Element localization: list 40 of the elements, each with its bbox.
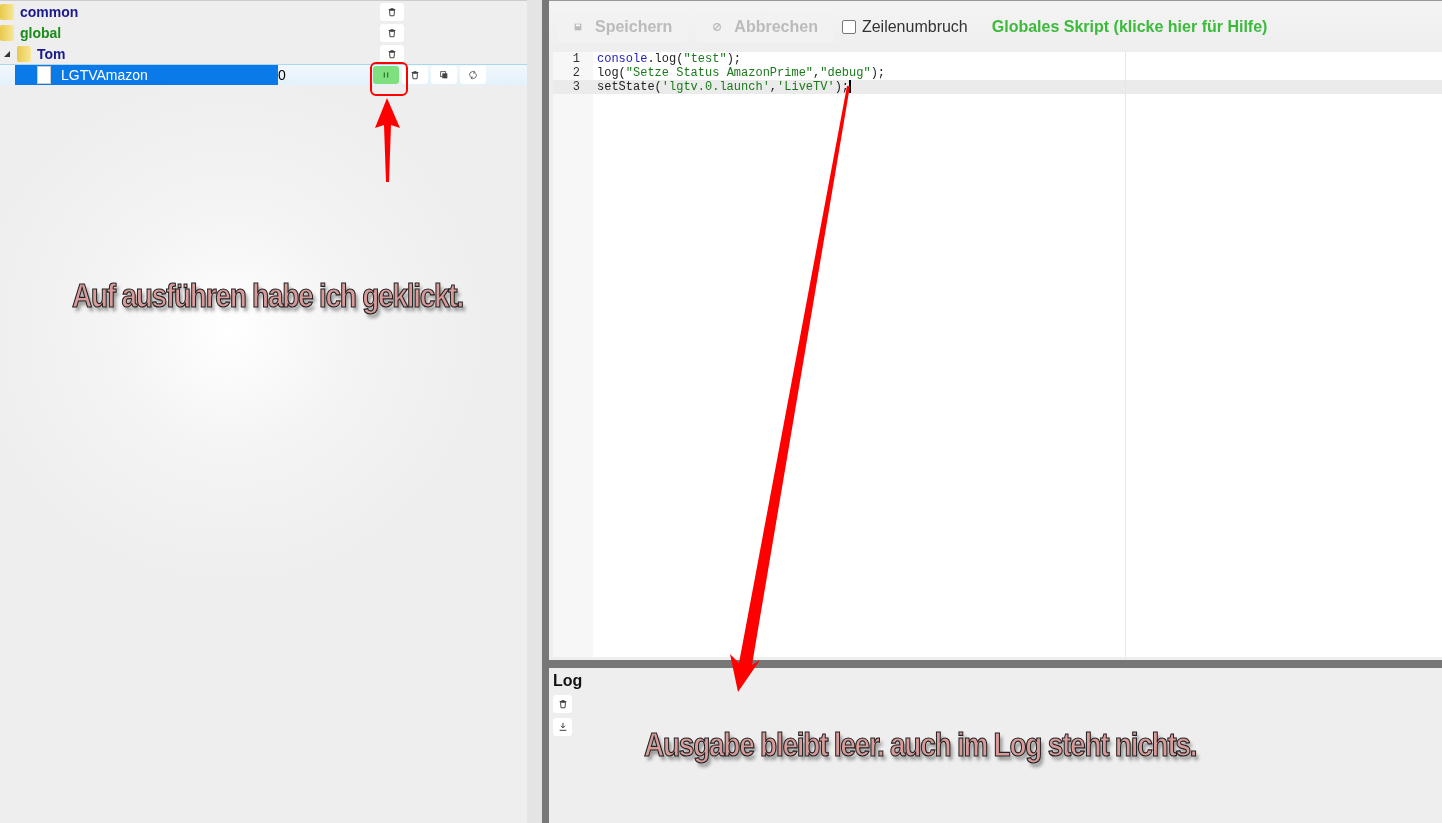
delete-button[interactable]	[380, 2, 404, 21]
tree-folder-label[interactable]: global	[20, 24, 62, 41]
log-title: Log	[553, 672, 583, 690]
trash-icon	[387, 27, 397, 38]
code-line: log("Setze Status AmazonPrime","debug");	[596, 66, 887, 80]
cycle-arrows-icon	[468, 70, 478, 80]
trash-icon	[410, 70, 420, 80]
line-number: 3	[553, 80, 593, 94]
folder-icon	[0, 24, 14, 41]
script-value: 0	[278, 67, 287, 83]
trash-icon	[387, 6, 397, 17]
copy-icon	[439, 70, 449, 80]
trash-icon	[557, 699, 568, 709]
trash-icon	[387, 48, 397, 59]
help-link[interactable]: Globales Skript (klicke hier für Hilfe)	[991, 17, 1268, 36]
line-number: 1	[571, 52, 581, 66]
copy-button[interactable]	[431, 66, 457, 84]
download-icon	[557, 722, 568, 732]
collapse-triangle-icon[interactable]	[3, 49, 11, 58]
wrap-checkbox[interactable]: Zeilenumbruch	[841, 17, 968, 36]
restart-button[interactable]	[460, 66, 486, 84]
delete-button[interactable]	[380, 23, 404, 42]
clear-log-button[interactable]	[553, 695, 572, 713]
folder-icon	[0, 3, 14, 20]
code-line: console.log("test");	[596, 52, 743, 66]
splitter-bar[interactable]	[527, 0, 549, 823]
tree-folder-label[interactable]: Tom	[37, 45, 66, 62]
line-number: 2	[571, 66, 581, 80]
highlight-frame	[370, 62, 408, 96]
file-icon	[37, 66, 51, 84]
delete-button[interactable]	[380, 44, 404, 63]
pause-icon	[381, 70, 391, 80]
delete-button[interactable]	[402, 66, 428, 84]
tree-script-item[interactable]: LGTVAmazon	[15, 65, 278, 85]
tree-folder-label[interactable]: common	[20, 3, 79, 20]
annotation-text: Ausgabe bleibt leer. auch im Log steht nichts.	[644, 726, 1197, 764]
annotation-text: Auf ausführen habe ich geklickt.	[72, 277, 463, 315]
download-log-button[interactable]	[553, 718, 572, 736]
cancel-circle-icon	[712, 21, 723, 32]
folder-icon	[17, 45, 31, 62]
